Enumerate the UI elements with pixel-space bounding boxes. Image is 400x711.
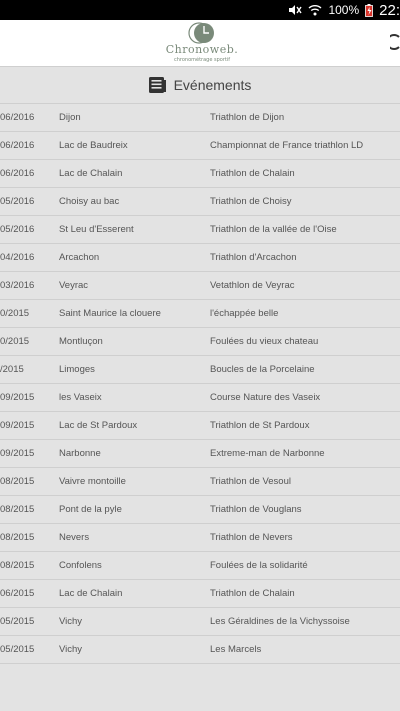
app-header: Chronoweb. chronométrage sportif [0, 20, 400, 67]
event-name: l'échappée belle [210, 308, 279, 319]
event-date: 03/2016 [0, 280, 35, 291]
event-row[interactable]: 0/2015 Montluçon Foulées du vieux chateau [0, 328, 400, 356]
event-name: Vetathlon de Veyrac [210, 280, 295, 291]
event-date: /2015 [0, 364, 24, 375]
event-location: Vichy [59, 644, 83, 655]
event-date: 06/2016 [0, 140, 35, 151]
event-date: 08/2015 [0, 504, 35, 515]
event-location: Saint Maurice la clouere [59, 308, 161, 319]
event-location: les Vaseix [59, 392, 102, 403]
refresh-icon[interactable] [390, 34, 400, 50]
event-row[interactable]: 06/2016 Lac de Chalain Triathlon de Chalai… [0, 160, 400, 188]
event-name: Triathlon de Nevers [210, 532, 293, 543]
event-row[interactable]: 06/2016 Dijon Triathlon de Dijon [0, 104, 400, 132]
battery-percent: 100% [328, 3, 360, 17]
event-location: Montluçon [59, 336, 103, 347]
logo-text: Chronoweb. [165, 43, 239, 56]
event-date: 04/2016 [0, 252, 35, 263]
status-clock: 22: [379, 1, 400, 19]
event-name: Course Nature des Vaseix [210, 392, 321, 403]
event-location: Dijon [59, 112, 81, 123]
event-date: 0/2015 [0, 308, 30, 319]
stopwatch-logo-icon [188, 22, 214, 44]
event-date: 08/2015 [0, 560, 35, 571]
event-name: Triathlon d'Arcachon [210, 252, 297, 263]
event-date: 06/2016 [0, 168, 35, 179]
event-name: Championnat de France triathlon LD [210, 140, 364, 151]
event-row[interactable]: 05/2015 Vichy Les Marcels [0, 636, 400, 664]
event-row[interactable]: 08/2015 Confolens Foulées de la solidarité [0, 552, 400, 580]
event-date: 05/2015 [0, 616, 35, 627]
page-title: Evénements [0, 73, 400, 97]
event-date: 09/2015 [0, 448, 35, 459]
event-location: Choisy au bac [59, 196, 120, 207]
event-location: Pont de la pyle [59, 504, 122, 515]
event-location: St Leu d'Esserent [59, 224, 134, 235]
event-row[interactable]: /2015 Limoges Boucles de la Porcelaine [0, 356, 400, 384]
event-name: Foulées de la solidarité [210, 560, 308, 571]
event-date: 05/2015 [0, 644, 35, 655]
event-name: Triathlon de Chalain [210, 588, 295, 599]
event-row[interactable]: 08/2015 Nevers Triathlon de Nevers [0, 524, 400, 552]
event-date: 06/2016 [0, 112, 35, 123]
event-name: Triathlon de St Pardoux [210, 420, 310, 431]
event-row[interactable]: 05/2015 Vichy Les Géraldines de la Vichyss… [0, 608, 400, 636]
status-icons: 100% 22: [288, 0, 400, 20]
event-row[interactable]: 0/2015 Saint Maurice la clouere l'échappée… [0, 300, 400, 328]
event-row[interactable]: 05/2016 St Leu d'Esserent Triathlon de la … [0, 216, 400, 244]
event-name: Triathlon de Chalain [210, 168, 295, 179]
event-name: Triathlon de Vesoul [210, 476, 291, 487]
event-location: Vichy [59, 616, 83, 627]
logo-tagline: chronométrage sportif [173, 57, 231, 63]
event-row[interactable]: 09/2015 Narbonne Extreme-man de Narbonne [0, 440, 400, 468]
event-list: 06/2016 Dijon Triathlon de Dijon 06/2016 Lac… [0, 103, 400, 664]
battery-icon [365, 3, 374, 17]
status-bar: 100% 22: [0, 0, 400, 20]
event-date: 09/2015 [0, 420, 35, 431]
event-date: 08/2015 [0, 532, 35, 543]
event-name: Extreme-man de Narbonne [210, 448, 325, 459]
event-date: 05/2016 [0, 196, 35, 207]
event-date: 0/2015 [0, 336, 30, 347]
event-location: Lac de Baudreix [59, 140, 128, 151]
event-name: Triathlon de la vallée de l'Oise [210, 224, 337, 235]
event-row[interactable]: 09/2015 les Vaseix Course Nature des Vasei… [0, 384, 400, 412]
event-location: Lac de Chalain [59, 168, 123, 179]
event-location: Narbonne [59, 448, 101, 459]
chronoweb-logo[interactable]: Chronoweb. chronométrage sportif [162, 22, 242, 66]
event-location: Veyrac [59, 280, 89, 291]
event-row[interactable]: 06/2015 Lac de Chalain Triathlon de Chalai… [0, 580, 400, 608]
event-name: Les Marcels [210, 644, 262, 655]
event-date: 05/2016 [0, 224, 35, 235]
event-name: Triathlon de Choisy [210, 196, 292, 207]
event-date: 06/2015 [0, 588, 35, 599]
event-row[interactable]: 06/2016 Lac de Baudreix Championnat de Fra… [0, 132, 400, 160]
event-row[interactable]: 08/2015 Pont de la pyle Triathlon de Vougl… [0, 496, 400, 524]
event-location: Arcachon [59, 252, 100, 263]
event-location: Limoges [59, 364, 95, 375]
page-title-text: Evénements [173, 77, 252, 93]
event-row[interactable]: 04/2016 Arcachon Triathlon d'Arcachon [0, 244, 400, 272]
list-icon [148, 77, 166, 93]
event-name: Les Géraldines de la Vichyssoise [210, 616, 350, 627]
wifi-icon [308, 5, 322, 16]
event-row[interactable]: 03/2016 Veyrac Vetathlon de Veyrac [0, 272, 400, 300]
event-name: Boucles de la Porcelaine [210, 364, 315, 375]
event-location: Lac de Chalain [59, 588, 123, 599]
mute-icon [289, 5, 303, 15]
event-name: Foulées du vieux chateau [210, 336, 319, 347]
event-row[interactable]: 05/2016 Choisy au bac Triathlon de Choisy [0, 188, 400, 216]
event-row[interactable]: 09/2015 Lac de St Pardoux Triathlon de St … [0, 412, 400, 440]
event-location: Nevers [59, 532, 90, 543]
event-name: Triathlon de Vouglans [210, 504, 302, 515]
event-name: Triathlon de Dijon [210, 112, 285, 123]
event-date: 08/2015 [0, 476, 35, 487]
event-location: Confolens [59, 560, 102, 571]
event-row[interactable]: 08/2015 Vaivre montoille Triathlon de Veso… [0, 468, 400, 496]
event-date: 09/2015 [0, 392, 35, 403]
event-location: Lac de St Pardoux [59, 420, 138, 431]
event-location: Vaivre montoille [59, 476, 126, 487]
